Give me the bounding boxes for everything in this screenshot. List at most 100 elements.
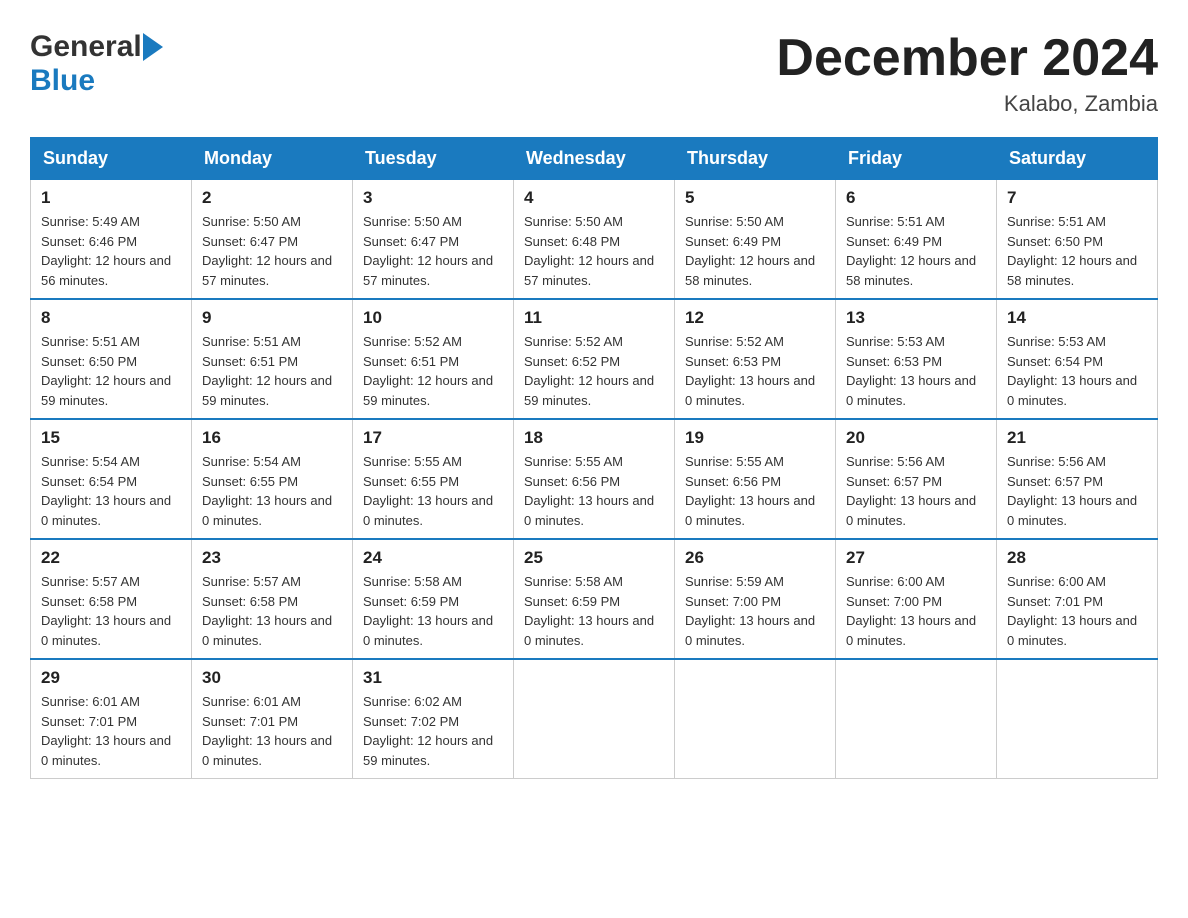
- day-number: 17: [363, 428, 503, 448]
- day-info: Sunrise: 5:49 AMSunset: 6:46 PMDaylight:…: [41, 214, 171, 288]
- day-info: Sunrise: 5:53 AMSunset: 6:53 PMDaylight:…: [846, 334, 976, 408]
- table-row: [997, 659, 1158, 779]
- table-row: 29 Sunrise: 6:01 AMSunset: 7:01 PMDaylig…: [31, 659, 192, 779]
- table-row: 13 Sunrise: 5:53 AMSunset: 6:53 PMDaylig…: [836, 299, 997, 419]
- day-info: Sunrise: 5:50 AMSunset: 6:48 PMDaylight:…: [524, 214, 654, 288]
- table-row: 9 Sunrise: 5:51 AMSunset: 6:51 PMDayligh…: [192, 299, 353, 419]
- day-number: 16: [202, 428, 342, 448]
- day-number: 21: [1007, 428, 1147, 448]
- day-number: 26: [685, 548, 825, 568]
- table-row: 6 Sunrise: 5:51 AMSunset: 6:49 PMDayligh…: [836, 180, 997, 300]
- day-info: Sunrise: 5:59 AMSunset: 7:00 PMDaylight:…: [685, 574, 815, 648]
- calendar-week-row: 8 Sunrise: 5:51 AMSunset: 6:50 PMDayligh…: [31, 299, 1158, 419]
- table-row: 23 Sunrise: 5:57 AMSunset: 6:58 PMDaylig…: [192, 539, 353, 659]
- day-info: Sunrise: 6:02 AMSunset: 7:02 PMDaylight:…: [363, 694, 493, 768]
- table-row: 22 Sunrise: 5:57 AMSunset: 6:58 PMDaylig…: [31, 539, 192, 659]
- day-number: 19: [685, 428, 825, 448]
- logo: General Blue: [30, 30, 163, 98]
- day-info: Sunrise: 6:01 AMSunset: 7:01 PMDaylight:…: [202, 694, 332, 768]
- day-info: Sunrise: 5:55 AMSunset: 6:56 PMDaylight:…: [524, 454, 654, 528]
- day-info: Sunrise: 5:50 AMSunset: 6:49 PMDaylight:…: [685, 214, 815, 288]
- calendar-week-row: 1 Sunrise: 5:49 AMSunset: 6:46 PMDayligh…: [31, 180, 1158, 300]
- day-info: Sunrise: 5:57 AMSunset: 6:58 PMDaylight:…: [202, 574, 332, 648]
- table-row: 3 Sunrise: 5:50 AMSunset: 6:47 PMDayligh…: [353, 180, 514, 300]
- day-number: 3: [363, 188, 503, 208]
- table-row: 20 Sunrise: 5:56 AMSunset: 6:57 PMDaylig…: [836, 419, 997, 539]
- day-number: 29: [41, 668, 181, 688]
- table-row: 18 Sunrise: 5:55 AMSunset: 6:56 PMDaylig…: [514, 419, 675, 539]
- col-tuesday: Tuesday: [353, 138, 514, 180]
- table-row: [836, 659, 997, 779]
- table-row: [675, 659, 836, 779]
- day-number: 5: [685, 188, 825, 208]
- page-header: General Blue December 2024 Kalabo, Zambi…: [30, 30, 1158, 117]
- day-number: 22: [41, 548, 181, 568]
- table-row: 31 Sunrise: 6:02 AMSunset: 7:02 PMDaylig…: [353, 659, 514, 779]
- table-row: 28 Sunrise: 6:00 AMSunset: 7:01 PMDaylig…: [997, 539, 1158, 659]
- day-number: 27: [846, 548, 986, 568]
- col-wednesday: Wednesday: [514, 138, 675, 180]
- day-number: 15: [41, 428, 181, 448]
- calendar-subtitle: Kalabo, Zambia: [776, 91, 1158, 117]
- day-number: 7: [1007, 188, 1147, 208]
- day-number: 10: [363, 308, 503, 328]
- table-row: 24 Sunrise: 5:58 AMSunset: 6:59 PMDaylig…: [353, 539, 514, 659]
- day-number: 4: [524, 188, 664, 208]
- calendar-week-row: 29 Sunrise: 6:01 AMSunset: 7:01 PMDaylig…: [31, 659, 1158, 779]
- day-number: 25: [524, 548, 664, 568]
- day-info: Sunrise: 6:00 AMSunset: 7:01 PMDaylight:…: [1007, 574, 1137, 648]
- table-row: 10 Sunrise: 5:52 AMSunset: 6:51 PMDaylig…: [353, 299, 514, 419]
- day-number: 9: [202, 308, 342, 328]
- day-info: Sunrise: 5:58 AMSunset: 6:59 PMDaylight:…: [363, 574, 493, 648]
- table-row: 16 Sunrise: 5:54 AMSunset: 6:55 PMDaylig…: [192, 419, 353, 539]
- day-info: Sunrise: 5:51 AMSunset: 6:49 PMDaylight:…: [846, 214, 976, 288]
- col-monday: Monday: [192, 138, 353, 180]
- table-row: [514, 659, 675, 779]
- day-info: Sunrise: 5:57 AMSunset: 6:58 PMDaylight:…: [41, 574, 171, 648]
- day-info: Sunrise: 5:58 AMSunset: 6:59 PMDaylight:…: [524, 574, 654, 648]
- day-info: Sunrise: 5:50 AMSunset: 6:47 PMDaylight:…: [363, 214, 493, 288]
- table-row: 21 Sunrise: 5:56 AMSunset: 6:57 PMDaylig…: [997, 419, 1158, 539]
- day-info: Sunrise: 5:56 AMSunset: 6:57 PMDaylight:…: [1007, 454, 1137, 528]
- table-row: 25 Sunrise: 5:58 AMSunset: 6:59 PMDaylig…: [514, 539, 675, 659]
- table-row: 5 Sunrise: 5:50 AMSunset: 6:49 PMDayligh…: [675, 180, 836, 300]
- calendar-table: Sunday Monday Tuesday Wednesday Thursday…: [30, 137, 1158, 779]
- calendar-title: December 2024: [776, 30, 1158, 87]
- day-info: Sunrise: 5:53 AMSunset: 6:54 PMDaylight:…: [1007, 334, 1137, 408]
- day-number: 6: [846, 188, 986, 208]
- calendar-week-row: 22 Sunrise: 5:57 AMSunset: 6:58 PMDaylig…: [31, 539, 1158, 659]
- day-info: Sunrise: 5:55 AMSunset: 6:55 PMDaylight:…: [363, 454, 493, 528]
- day-number: 12: [685, 308, 825, 328]
- table-row: 8 Sunrise: 5:51 AMSunset: 6:50 PMDayligh…: [31, 299, 192, 419]
- table-row: 19 Sunrise: 5:55 AMSunset: 6:56 PMDaylig…: [675, 419, 836, 539]
- day-number: 14: [1007, 308, 1147, 328]
- table-row: 15 Sunrise: 5:54 AMSunset: 6:54 PMDaylig…: [31, 419, 192, 539]
- day-info: Sunrise: 5:51 AMSunset: 6:50 PMDaylight:…: [1007, 214, 1137, 288]
- table-row: 17 Sunrise: 5:55 AMSunset: 6:55 PMDaylig…: [353, 419, 514, 539]
- table-row: 1 Sunrise: 5:49 AMSunset: 6:46 PMDayligh…: [31, 180, 192, 300]
- logo-blue-text: Blue: [30, 64, 95, 97]
- calendar-week-row: 15 Sunrise: 5:54 AMSunset: 6:54 PMDaylig…: [31, 419, 1158, 539]
- table-row: 2 Sunrise: 5:50 AMSunset: 6:47 PMDayligh…: [192, 180, 353, 300]
- day-info: Sunrise: 5:51 AMSunset: 6:50 PMDaylight:…: [41, 334, 171, 408]
- day-number: 28: [1007, 548, 1147, 568]
- col-thursday: Thursday: [675, 138, 836, 180]
- day-number: 11: [524, 308, 664, 328]
- calendar-header-row: Sunday Monday Tuesday Wednesday Thursday…: [31, 138, 1158, 180]
- col-friday: Friday: [836, 138, 997, 180]
- table-row: 12 Sunrise: 5:52 AMSunset: 6:53 PMDaylig…: [675, 299, 836, 419]
- day-info: Sunrise: 6:00 AMSunset: 7:00 PMDaylight:…: [846, 574, 976, 648]
- table-row: 30 Sunrise: 6:01 AMSunset: 7:01 PMDaylig…: [192, 659, 353, 779]
- day-number: 1: [41, 188, 181, 208]
- day-info: Sunrise: 5:52 AMSunset: 6:53 PMDaylight:…: [685, 334, 815, 408]
- col-saturday: Saturday: [997, 138, 1158, 180]
- day-info: Sunrise: 5:54 AMSunset: 6:54 PMDaylight:…: [41, 454, 171, 528]
- day-info: Sunrise: 5:52 AMSunset: 6:52 PMDaylight:…: [524, 334, 654, 408]
- logo-triangle-icon: [143, 33, 163, 61]
- day-number: 13: [846, 308, 986, 328]
- day-info: Sunrise: 5:50 AMSunset: 6:47 PMDaylight:…: [202, 214, 332, 288]
- logo-general-text: General: [30, 30, 142, 64]
- table-row: 26 Sunrise: 5:59 AMSunset: 7:00 PMDaylig…: [675, 539, 836, 659]
- day-number: 23: [202, 548, 342, 568]
- col-sunday: Sunday: [31, 138, 192, 180]
